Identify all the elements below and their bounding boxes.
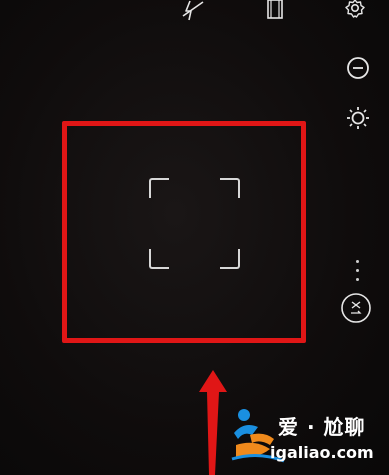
camera-top-toolbar <box>0 0 389 24</box>
exposure-icon[interactable] <box>345 55 371 81</box>
watermark-url: igaliao.com <box>270 443 374 462</box>
brightness-icon[interactable] <box>345 105 371 131</box>
flash-off-icon[interactable] <box>181 0 205 22</box>
film-icon[interactable] <box>264 0 286 20</box>
mode-dots-indicator <box>356 260 360 290</box>
focus-frame-corner <box>149 178 169 198</box>
focus-frame-corner <box>149 249 169 269</box>
camera-side-toolbar <box>330 40 389 340</box>
switch-camera-icon[interactable] <box>340 292 372 324</box>
highlight-box <box>62 121 306 343</box>
watermark-title: 爱 · 尬聊 <box>278 415 366 439</box>
focus-frame-corner <box>220 249 240 269</box>
red-arrow-icon <box>199 370 227 475</box>
focus-frame-corner <box>220 178 240 198</box>
settings-icon[interactable] <box>343 0 367 20</box>
watermark: 爱 · 尬聊 igaliao.com <box>230 405 385 470</box>
